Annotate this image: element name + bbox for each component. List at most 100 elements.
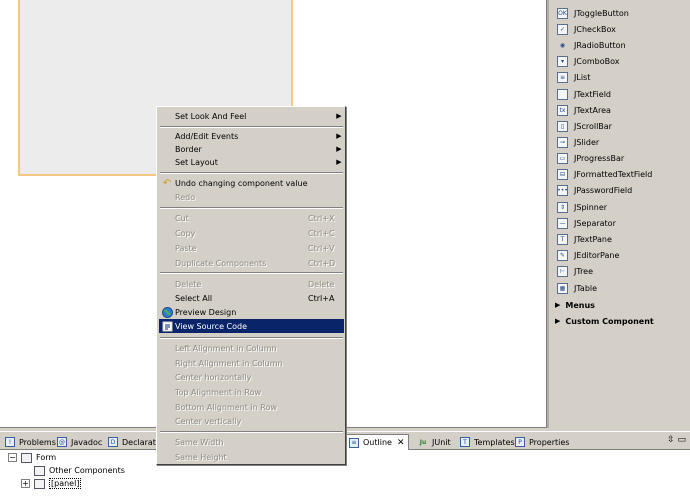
palette-section-menus[interactable]: ▶ Menus: [555, 297, 595, 313]
tree-node-form[interactable]: − Form: [8, 451, 56, 464]
palette-item-jtextarea[interactable]: tx JTextArea: [557, 102, 611, 118]
panel-icon: [34, 478, 45, 489]
scrollbar-icon: ▯: [557, 120, 568, 132]
menu-item-set-layout[interactable]: Set Layout ▶: [159, 155, 344, 169]
slider-icon: ⊸: [557, 136, 568, 148]
spinner-icon: ⇕: [557, 201, 568, 213]
tab-properties[interactable]: P Properties: [512, 434, 572, 450]
tree-node-panel[interactable]: + [panel]: [21, 477, 82, 490]
palette-item-jscrollbar[interactable]: ▯ JScrollBar: [557, 118, 612, 134]
menu-item-add-edit-events[interactable]: Add/Edit Events ▶: [159, 129, 344, 143]
text-area-icon: tx: [557, 104, 568, 116]
properties-icon: P: [515, 437, 525, 447]
menu-item-center-horizontally: Center horizontally: [175, 372, 252, 382]
menu-item-redo: Redo: [175, 192, 196, 202]
toggle-button-icon: OK: [557, 7, 568, 19]
tab-outline[interactable]: ≡ Outline ✕: [345, 434, 409, 450]
tab-junit[interactable]: Ju JUnit: [415, 434, 454, 450]
collapse-icon[interactable]: −: [8, 453, 17, 462]
submenu-arrow-icon: ▶: [336, 112, 342, 120]
menu-item-bottom-alignment: Bottom Alignment in Row: [175, 402, 277, 412]
text-pane-icon: T: [557, 233, 568, 245]
tab-templates[interactable]: T Templates: [457, 434, 518, 450]
palette-item-jlist[interactable]: ≡ JList: [557, 69, 590, 85]
outline-icon: ≡: [349, 437, 359, 448]
menu-item-same-height: Same Height: [175, 452, 227, 462]
password-field-icon: •••: [557, 184, 568, 196]
text-field-icon: [557, 88, 568, 100]
checkbox-icon: ✓: [557, 23, 568, 35]
palette-item-jtextpane[interactable]: T JTextPane: [557, 231, 612, 247]
palette-item-jtable[interactable]: ▦ JTable: [557, 280, 597, 296]
components-icon: [34, 465, 45, 476]
combobox-icon: ▾: [557, 55, 568, 67]
menu-item-preview-design[interactable]: Preview Design: [159, 305, 344, 319]
progress-bar-icon: ▭: [557, 152, 568, 164]
palette-item-jtree[interactable]: ⊢ JTree: [557, 263, 593, 279]
palette-item-jcheckbox[interactable]: ✓ JCheckBox: [557, 21, 616, 37]
menu-item-view-source-code[interactable]: View Source Code: [159, 319, 344, 333]
palette-item-jslider[interactable]: ⊸ JSlider: [557, 134, 599, 150]
expand-icon[interactable]: +: [21, 479, 30, 488]
palette-section-custom-component[interactable]: ▶ Custom Component: [555, 313, 654, 329]
at-icon: @: [57, 437, 67, 447]
menu-separator: [160, 207, 343, 209]
separator-icon: —: [557, 217, 568, 229]
menu-item-duplicate-components: Duplicate Components Ctrl+D: [175, 258, 336, 268]
editor-pane-icon: ✎: [557, 249, 568, 261]
menu-item-set-look-and-feel[interactable]: Set Look And Feel ▶: [159, 109, 344, 123]
menu-item-border[interactable]: Border ▶: [159, 142, 344, 156]
triangle-right-icon: ▶: [555, 317, 561, 325]
junit-icon: Ju: [419, 438, 427, 446]
menu-item-paste: Paste Ctrl+V: [175, 243, 335, 253]
menu-item-copy: Copy Ctrl+C: [175, 228, 335, 238]
menu-item-undo[interactable]: ↶ Undo changing component value: [159, 176, 344, 190]
menu-item-top-alignment: Top Alignment in Row: [175, 387, 262, 397]
palette-item-jspinner[interactable]: ⇕ JSpinner: [557, 199, 607, 215]
palette-item-jtextfield[interactable]: JTextField: [557, 86, 611, 102]
menu-separator: [160, 126, 343, 128]
palette-item-jradiobutton[interactable]: ◉ JRadioButton: [557, 37, 626, 53]
triangle-right-icon: ▶: [555, 301, 561, 309]
declaration-icon: D: [108, 437, 118, 447]
menu-separator: [160, 337, 343, 339]
submenu-arrow-icon: ▶: [336, 132, 342, 140]
tree-node-other-components[interactable]: Other Components: [34, 464, 125, 477]
palette-item-jpasswordfield[interactable]: ••• JPasswordField: [557, 182, 632, 198]
submenu-arrow-icon: ▶: [336, 145, 342, 153]
menu-separator: [160, 431, 343, 433]
table-icon: ▦: [557, 282, 568, 294]
source-code-icon: [161, 320, 173, 332]
globe-icon: [161, 306, 173, 318]
radio-button-icon: ◉: [559, 41, 566, 49]
palette-item-jtogglebutton[interactable]: OK JToggleButton: [557, 5, 629, 21]
menu-item-delete: Delete Delete: [175, 279, 335, 289]
undo-icon: ↶: [162, 177, 172, 189]
context-menu: Set Look And Feel ▶ Add/Edit Events ▶ Bord…: [156, 106, 346, 465]
component-palette: OK JToggleButton ✓ JCheckBox ◉ JRadioButton…: [547, 0, 690, 428]
tab-javadoc[interactable]: @ Javadoc: [54, 434, 105, 450]
palette-item-jeditorpane[interactable]: ✎ JEditorPane: [557, 247, 619, 263]
tree-icon: ⊢: [557, 265, 568, 277]
palette-item-jseparator[interactable]: — JSeparator: [557, 215, 616, 231]
tab-problems[interactable]: ! Problems: [2, 434, 59, 450]
menu-separator: [160, 272, 343, 274]
menu-item-center-vertically: Center vertically: [175, 416, 242, 426]
close-icon[interactable]: ✕: [397, 438, 405, 448]
list-icon: ≡: [557, 71, 568, 83]
view-menu-icon[interactable]: ⇳ ▭: [667, 435, 686, 445]
form-icon: [21, 452, 32, 463]
palette-item-jcombobox[interactable]: ▾ JComboBox: [557, 53, 619, 69]
menu-item-right-alignment: Right Alignment in Column: [175, 358, 283, 368]
palette-item-jformattedtextfield[interactable]: ⊟ JFormattedTextField: [557, 166, 652, 182]
menu-item-left-alignment: Left Alignment in Column: [175, 343, 277, 353]
menu-item-cut: Cut Ctrl+X: [175, 213, 335, 223]
formatted-text-field-icon: ⊟: [557, 168, 568, 180]
menu-item-same-width: Same Width: [175, 437, 224, 447]
palette-item-jprogressbar[interactable]: ▭ JProgressBar: [557, 150, 624, 166]
submenu-arrow-icon: ▶: [336, 158, 342, 166]
menu-separator: [160, 172, 343, 174]
menu-item-select-all[interactable]: Select All Ctrl+A: [159, 291, 344, 305]
problems-icon: !: [5, 437, 15, 447]
templates-icon: T: [460, 437, 470, 447]
